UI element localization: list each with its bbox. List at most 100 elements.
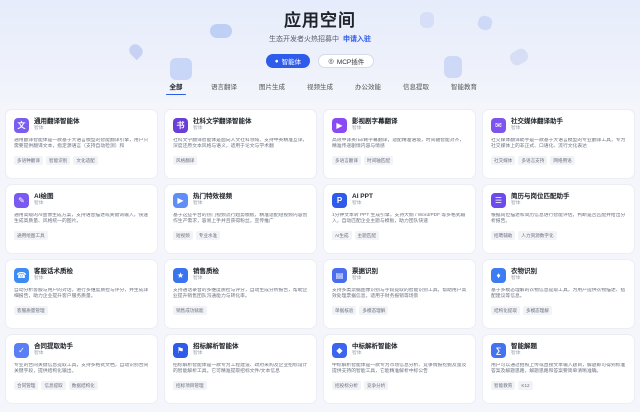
app-card[interactable]: ✉ 社交媒体翻译助手 智体 社交媒体翻译助手是一款基于大语言模型的专业翻译工具，… bbox=[483, 110, 634, 178]
app-card[interactable]: ✎ AI绘图 智体 通用高级的AI图像生成方案，支持语音描述或关键词输入，快速生… bbox=[6, 185, 157, 253]
card-tag: 人力资源数字化 bbox=[518, 231, 557, 240]
card-tag: 客服质量管理 bbox=[14, 306, 48, 315]
tab-all[interactable]: 全部 bbox=[152, 81, 200, 95]
card-tags: 结构化提取 多模态理解 bbox=[491, 306, 626, 315]
card-tags: 客服质量管理 bbox=[14, 306, 149, 315]
receipt-icon: ▤ bbox=[332, 267, 347, 283]
card-tag: 短视频 bbox=[173, 231, 193, 240]
toggle-agent-label: 智能体 bbox=[281, 59, 302, 66]
toggle-agent[interactable]: ● 智能体 bbox=[265, 54, 311, 68]
app-card-grid: 文 通用翻译智能体 智体 通用翻译智能体是一款基于大语言模型的智能翻译引擎，用户… bbox=[6, 110, 634, 403]
plugin-icon: ◎ bbox=[328, 58, 334, 65]
card-type: 智体 bbox=[34, 201, 44, 206]
app-card[interactable]: ◆ 中标解析智能体 智体 中标解析智能体是一款专为市场信息分析、竞争情报挖掘及量… bbox=[324, 335, 475, 403]
card-type: 智体 bbox=[34, 276, 44, 281]
card-tag: 智能识别 bbox=[45, 156, 71, 165]
card-title: 客服话术质检 bbox=[34, 268, 73, 275]
tab-language-translation[interactable]: 语言翻译 bbox=[200, 81, 248, 95]
card-type: 智体 bbox=[511, 201, 521, 206]
bid-icon: ⚑ bbox=[173, 342, 188, 358]
card-title-block: AI绘图 智体 bbox=[34, 193, 54, 207]
app-card[interactable]: 文 通用翻译智能体 智体 通用翻译智能体是一款基于大语言模型的智能翻译引擎，用户… bbox=[6, 110, 157, 178]
card-type: 智体 bbox=[193, 201, 203, 206]
card-description: 支持通话录音的多维度质检与评分，自动生成分析报告，帮助企业提升销售团队沟通能力与… bbox=[173, 288, 308, 300]
card-title-block: 销售质检 智体 bbox=[193, 268, 219, 282]
card-type: 智体 bbox=[511, 276, 521, 281]
card-tag: 主题匹配 bbox=[354, 231, 379, 240]
card-header: 文 通用翻译智能体 智体 bbox=[14, 116, 149, 134]
card-tag: 招标项目管理 bbox=[173, 381, 207, 390]
card-title-block: 热门特效视频 智体 bbox=[193, 193, 232, 207]
card-title-block: 智能解题 智体 bbox=[511, 343, 537, 357]
card-tag: 网络用语 bbox=[550, 156, 575, 165]
tab-office-efficiency[interactable]: 办公效能 bbox=[344, 81, 392, 95]
app-card[interactable]: ⚑ 招标解析智能体 智体 招标解析智能体是一款专为工程建设、政府采购及企业招标设… bbox=[165, 335, 316, 403]
video-icon: ▶ bbox=[173, 192, 188, 208]
app-card[interactable]: P AI PPT 智体 1分钟文本转 PPT 生成引擎，支持大纲 / Word/… bbox=[324, 185, 475, 253]
card-tags: AI生成 主题匹配 bbox=[332, 231, 467, 240]
robot-icon: ● bbox=[274, 57, 279, 65]
card-description: 基于这些平台的热门视频流行趋势模板，精准适配短视频内容创作生产需求，容易上手并且… bbox=[173, 213, 308, 225]
card-tag: 专业水准 bbox=[195, 231, 221, 240]
card-tag: 通用绘图工具 bbox=[14, 231, 48, 240]
card-header: 书 社科文学翻译智能体 智体 bbox=[173, 116, 308, 134]
card-title-block: 社交媒体翻译助手 智体 bbox=[511, 118, 563, 132]
app-card[interactable]: 书 社科文学翻译智能体 智体 社科文学翻译智能体是面向人文社科领域、支持中英精准… bbox=[165, 110, 316, 178]
card-tag: 招聘辅助 bbox=[491, 231, 516, 240]
card-description: 中标解析智能体是一款专为市场信息分析、竞争情报挖掘及量及提供支持的智能工具，它能… bbox=[332, 363, 467, 375]
card-type: 智体 bbox=[34, 351, 44, 356]
card-tags: 智能教育 K12 bbox=[491, 381, 626, 390]
card-tag: 销售成功赋能 bbox=[173, 306, 207, 315]
card-tags: 通用绘图工具 bbox=[14, 231, 149, 240]
card-tag: 招投标分析 bbox=[332, 381, 361, 390]
card-title-block: 中标解析智能体 智体 bbox=[352, 343, 398, 357]
paint-icon: ✎ bbox=[14, 192, 29, 208]
card-tag: 时间轴匹配 bbox=[363, 156, 393, 165]
app-card[interactable]: ♦ 衣物识别 智体 基于多模态理解的衣物信息提取工具，为用户提供衣物描述、搭配建… bbox=[483, 260, 634, 328]
app-card[interactable]: ▶ 影视剧字幕翻译 智体 高效中译英/日/韩字幕翻译，适配精准语境，时间轴智能对… bbox=[324, 110, 475, 178]
tab-info-extraction[interactable]: 信息提取 bbox=[392, 81, 440, 95]
card-tag: AI生成 bbox=[332, 231, 352, 240]
card-type: 智体 bbox=[193, 276, 203, 281]
card-title-block: 影视剧字幕翻译 智体 bbox=[352, 118, 398, 132]
card-title-block: 简历与岗位匹配助手 智体 bbox=[511, 193, 570, 207]
card-title: 影视剧字幕翻译 bbox=[352, 118, 398, 125]
card-tags: 招标项目管理 bbox=[173, 381, 308, 390]
card-title-block: 招标解析智能体 智体 bbox=[193, 343, 239, 357]
card-description: 招标解析智能体是一款专为工程建设、政府采购及企业招标设计的智能解析工具，它可精准… bbox=[173, 363, 308, 375]
card-header: ★ 销售质检 智体 bbox=[173, 266, 308, 284]
app-card[interactable]: ☎ 客服话术质检 智体 自动分析客服与用户的对话，进行多维度质检与评分，并生成详… bbox=[6, 260, 157, 328]
tab-image-generation[interactable]: 图片生成 bbox=[248, 81, 296, 95]
card-header: ✎ AI绘图 智体 bbox=[14, 191, 149, 209]
card-tags: 多语种翻译 智能识别 文化适配 bbox=[14, 156, 149, 165]
app-card[interactable]: ☰ 简历与岗位匹配助手 智体 根据岗位描述和简历信息进行智能评估，判断是否匹配并… bbox=[483, 185, 634, 253]
card-tag: 信息提取 bbox=[41, 381, 66, 390]
card-tag: 多语言支持 bbox=[518, 156, 548, 165]
card-tag: K12 bbox=[518, 381, 533, 390]
headset-icon: ☎ bbox=[14, 267, 29, 283]
card-description: 专业的合同关键信息提取工具，支持多格式文档，自动识别合同关键字段，提供结构化输出… bbox=[14, 363, 149, 375]
app-card[interactable]: ✓ 合同提取助手 智体 专业的合同关键信息提取工具，支持多格式文档，自动识别合同… bbox=[6, 335, 157, 403]
card-title-block: AI PPT 智体 bbox=[352, 193, 373, 207]
card-type: 智体 bbox=[511, 351, 521, 356]
resume-icon: ☰ bbox=[491, 192, 506, 208]
card-tag: 多语言翻译 bbox=[332, 156, 361, 165]
card-description: 用户可以通过拍照上传或直接文本输入题目，解题即可得到标准答案及解题思路，解题思路… bbox=[491, 363, 626, 375]
app-card[interactable]: ▶ 热门特效视频 智体 基于这些平台的热门视频流行趋势模板，精准适配短视频内容创… bbox=[165, 185, 316, 253]
tab-smart-education[interactable]: 智能教育 bbox=[440, 81, 488, 95]
card-description: 社交媒体翻译助手是一款基于大语言模型的专业翻译工具，专为社交媒体上的非正式、口语… bbox=[491, 138, 626, 150]
card-tags: 招投标分析 竞争分析 bbox=[332, 381, 467, 390]
card-title: 衣物识别 bbox=[511, 268, 537, 275]
card-title-block: 合同提取助手 智体 bbox=[34, 343, 73, 357]
card-tags: 多语言翻译 时间轴匹配 bbox=[332, 156, 467, 165]
card-title-block: 客服话术质检 智体 bbox=[34, 268, 73, 282]
tab-video-generation[interactable]: 视频生成 bbox=[296, 81, 344, 95]
app-card[interactable]: ∑ 智能解题 智体 用户可以通过拍照上传或直接文本输入题目，解题即可得到标准答案… bbox=[483, 335, 634, 403]
card-type: 智体 bbox=[34, 126, 44, 131]
apply-link[interactable]: 申请入驻 bbox=[343, 36, 371, 43]
app-card[interactable]: ▤ 票据识别 智体 支持多类票据图像识别与字段提取的智能识别工具，帮助用户高效处… bbox=[324, 260, 475, 328]
app-card[interactable]: ★ 销售质检 智体 支持通话录音的多维度质检与评分，自动生成分析报告，帮助企业提… bbox=[165, 260, 316, 328]
card-description: 支持多类票据图像识别与字段提取的智能识别工具，帮助用户高效处理票据信息，适用于财… bbox=[332, 288, 467, 300]
sales-icon: ★ bbox=[173, 267, 188, 283]
toggle-mcp-plugin[interactable]: ◎ MCP插件 bbox=[318, 54, 375, 68]
